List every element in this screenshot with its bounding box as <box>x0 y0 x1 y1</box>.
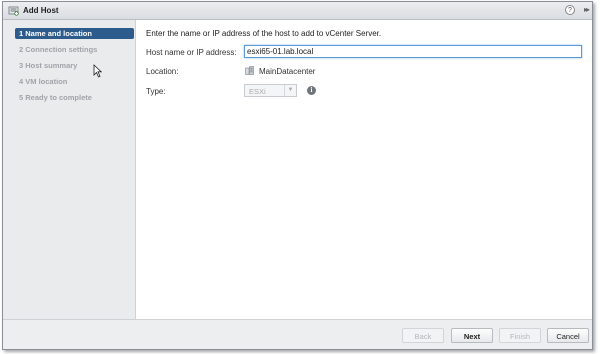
host-name-label: Host name or IP address: <box>146 48 237 57</box>
type-select-value: ESXi <box>249 87 266 96</box>
add-host-dialog: Add Host ? ▸▸ 1 Name and location 2 Conn… <box>2 1 593 350</box>
step-connection-settings: 2 Connection settings <box>19 45 98 54</box>
location-value: MainDatacenter <box>259 67 316 76</box>
step-name-and-location[interactable]: 1 Name and location <box>15 28 134 39</box>
step-host-summary: 3 Host summary <box>19 61 78 70</box>
location-label: Location: <box>146 67 179 76</box>
step-ready-to-complete: 5 Ready to complete <box>19 93 92 102</box>
mouse-cursor-icon <box>93 64 102 78</box>
add-host-icon <box>8 6 19 16</box>
chevron-down-icon: ▼ <box>284 85 296 96</box>
wizard-content: Enter the name or IP address of the host… <box>136 20 592 320</box>
finish-button[interactable]: Finish <box>499 328 541 343</box>
next-button[interactable]: Next <box>451 328 493 343</box>
back-button[interactable]: Back <box>402 328 444 343</box>
host-name-input[interactable] <box>244 45 582 58</box>
type-label: Type: <box>146 87 166 96</box>
title-bar: Add Host ? ▸▸ <box>3 2 592 20</box>
type-select[interactable]: ESXi ▼ <box>244 84 297 97</box>
cancel-button[interactable]: Cancel <box>547 328 589 343</box>
datacenter-icon <box>245 66 254 75</box>
instruction-text: Enter the name or IP address of the host… <box>146 29 382 38</box>
info-icon[interactable]: i <box>307 86 316 95</box>
step-vm-location: 4 VM location <box>19 77 68 86</box>
help-icon[interactable]: ? <box>565 5 575 15</box>
dialog-title: Add Host <box>23 6 59 15</box>
expand-icon[interactable]: ▸▸ <box>584 5 590 14</box>
wizard-steps-sidebar: 1 Name and location 2 Connection setting… <box>3 20 136 320</box>
wizard-footer: Back Next Finish Cancel <box>3 319 592 349</box>
